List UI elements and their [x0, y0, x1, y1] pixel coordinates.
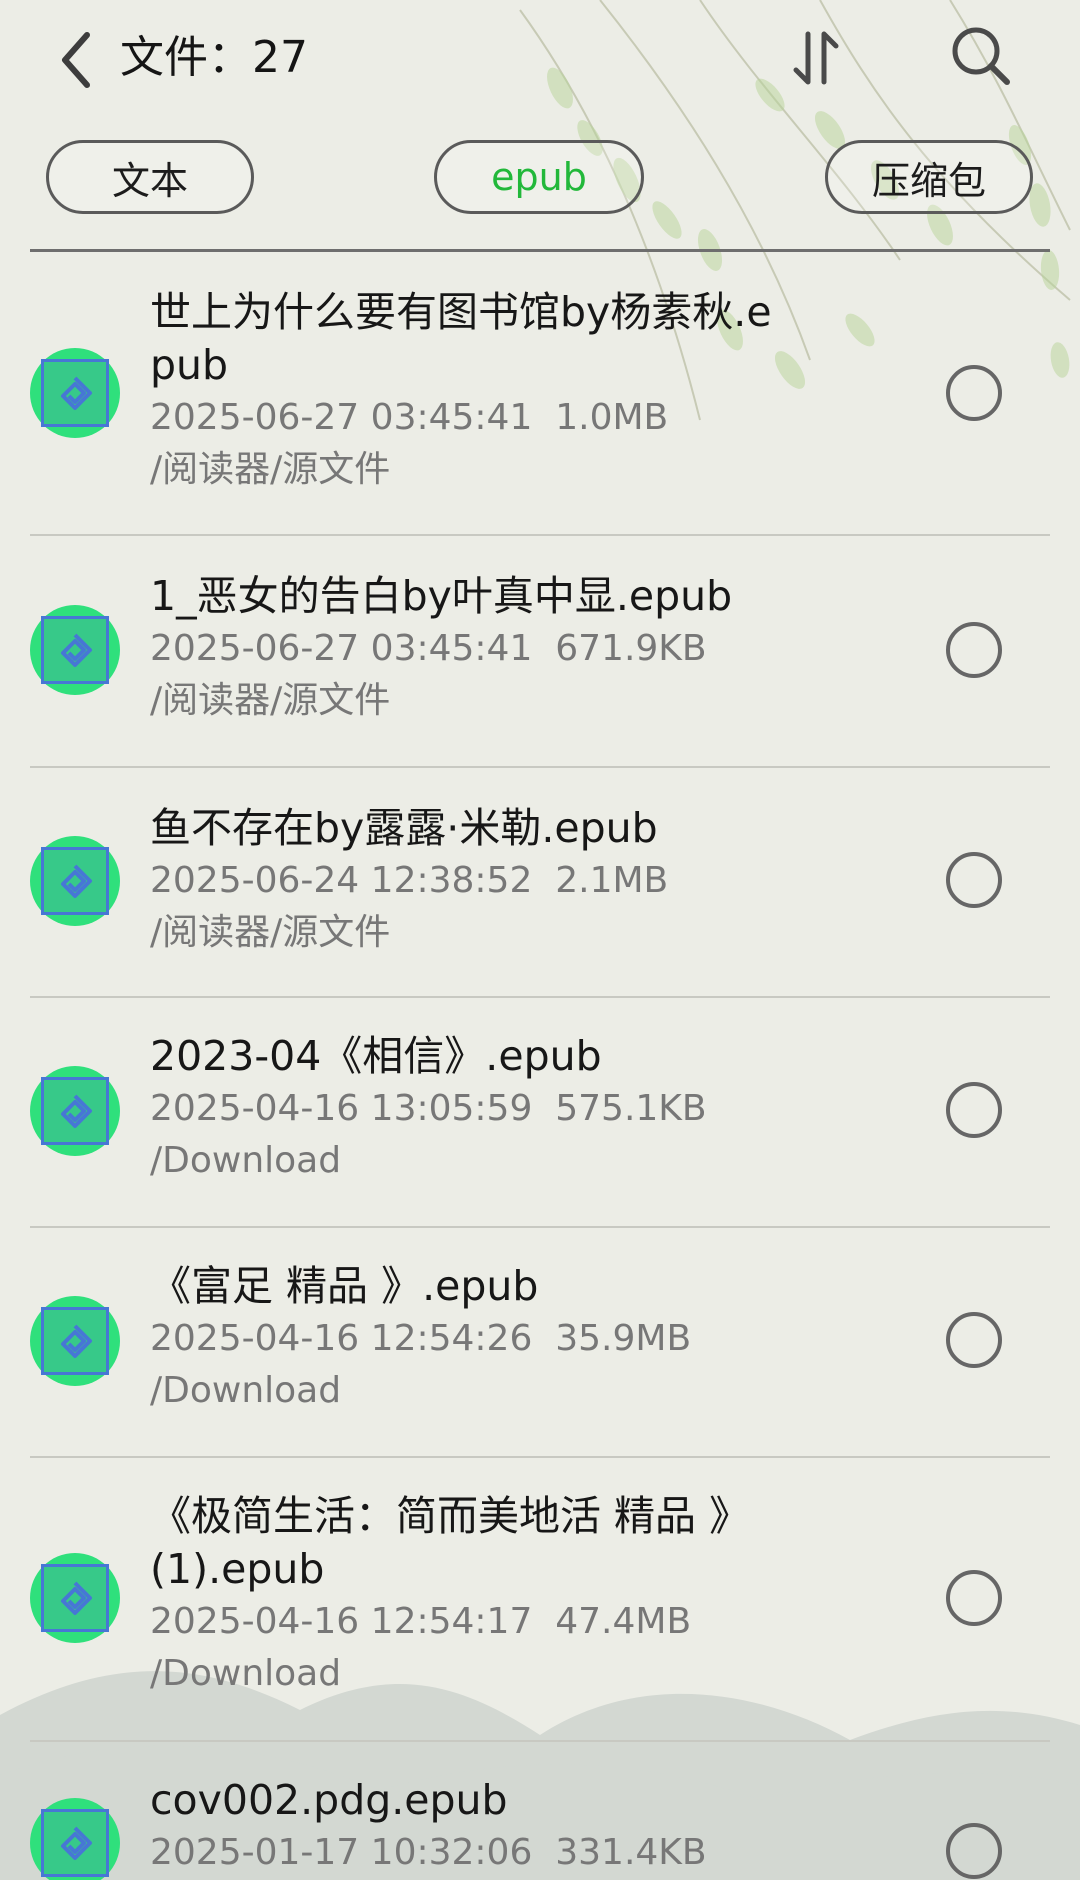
file-row[interactable]: 2023-04《相信》.epub 2025-04-16 13:05:59 575… [0, 996, 1080, 1228]
epub-file-icon [30, 836, 120, 926]
epub-logo-icon [41, 1307, 109, 1375]
file-details: 世上为什么要有图书馆by杨素秋.epub 2025-06-27 03:45:41… [150, 286, 790, 496]
top-app-bar: 文件：27 [0, 0, 1080, 118]
filter-chip-text[interactable]: 文本 [46, 140, 254, 214]
file-name: 世上为什么要有图书馆by杨素秋.epub [150, 288, 772, 389]
epub-file-icon [30, 1553, 120, 1643]
page-title: 文件：27 [120, 32, 308, 83]
epub-logo-icon [41, 616, 109, 684]
file-path: /Download [150, 1370, 342, 1411]
file-date-size: 2025-06-24 12:38:52 2.1MB [150, 860, 669, 901]
file-details: 2023-04《相信》.epub 2025-04-16 13:05:59 575… [150, 1030, 790, 1187]
file-details: 1_恶女的告白by叶真中显.epub 2025-06-27 03:45:41 6… [150, 570, 790, 727]
file-name: 1_恶女的告白by叶真中显.epub [150, 572, 733, 620]
sort-icon [793, 31, 839, 85]
search-button[interactable] [944, 18, 1018, 94]
epub-logo-icon [41, 1077, 109, 1145]
select-radio-button[interactable] [946, 622, 1002, 678]
file-path: /阅读器/源文件 [150, 912, 391, 953]
file-row[interactable]: 《富足 精品 》.epub 2025-04-16 12:54:26 35.9MB… [0, 1226, 1080, 1458]
file-row[interactable]: cov002.pdg.epub 2025-01-17 10:32:06 331.… [0, 1740, 1080, 1880]
file-name: 《极简生活：简而美地活 精品 》(1).epub [150, 1492, 751, 1593]
file-name: cov002.pdg.epub [150, 1776, 508, 1824]
select-radio-button[interactable] [946, 365, 1002, 421]
file-row[interactable]: 鱼不存在by露露·米勒.epub 2025-06-24 12:38:52 2.1… [0, 766, 1080, 998]
epub-logo-icon [41, 847, 109, 915]
filter-chip-epub[interactable]: epub [434, 140, 644, 214]
file-name: 2023-04《相信》.epub [150, 1032, 602, 1080]
file-name: 鱼不存在by露露·米勒.epub [150, 804, 658, 852]
select-radio-button[interactable] [946, 1823, 1002, 1879]
file-list: 世上为什么要有图书馆by杨素秋.epub 2025-06-27 03:45:41… [0, 252, 1080, 1880]
back-button[interactable] [44, 24, 108, 96]
file-details: 鱼不存在by露露·米勒.epub 2025-06-24 12:38:52 2.1… [150, 802, 790, 959]
sort-button[interactable] [784, 20, 848, 96]
epub-file-icon [30, 1296, 120, 1386]
epub-file-icon [30, 605, 120, 695]
file-date-size: 2025-06-27 03:45:41 1.0MB [150, 397, 669, 438]
search-icon [952, 27, 1010, 85]
file-date-size: 2025-01-17 10:32:06 331.4KB [150, 1832, 707, 1873]
epub-file-icon [30, 1798, 120, 1880]
epub-logo-icon [41, 359, 109, 427]
filter-chip-archive[interactable]: 压缩包 [825, 140, 1033, 214]
epub-file-icon [30, 348, 120, 438]
select-radio-button[interactable] [946, 1082, 1002, 1138]
select-radio-button[interactable] [946, 852, 1002, 908]
file-date-size: 2025-04-16 12:54:17 47.4MB [150, 1601, 692, 1642]
epub-logo-icon [41, 1809, 109, 1877]
file-path: /阅读器/源文件 [150, 449, 391, 490]
file-details: cov002.pdg.epub 2025-01-17 10:32:06 331.… [150, 1774, 790, 1879]
file-details: 《富足 精品 》.epub 2025-04-16 12:54:26 35.9MB… [150, 1260, 790, 1417]
file-path: /Download [150, 1653, 342, 1694]
file-date-size: 2025-04-16 13:05:59 575.1KB [150, 1088, 707, 1129]
file-details: 《极简生活：简而美地活 精品 》(1).epub 2025-04-16 12:5… [150, 1490, 790, 1700]
file-row[interactable]: 世上为什么要有图书馆by杨素秋.epub 2025-06-27 03:45:41… [0, 252, 1080, 536]
file-type-filter-bar: 文本 epub 压缩包 [0, 118, 1080, 234]
file-row[interactable]: 《极简生活：简而美地活 精品 》(1).epub 2025-04-16 12:5… [0, 1456, 1080, 1742]
file-row[interactable]: 1_恶女的告白by叶真中显.epub 2025-06-27 03:45:41 6… [0, 534, 1080, 768]
epub-file-icon [30, 1066, 120, 1156]
select-radio-button[interactable] [946, 1570, 1002, 1626]
file-name: 《富足 精品 》.epub [150, 1262, 539, 1310]
file-date-size: 2025-04-16 12:54:26 35.9MB [150, 1318, 692, 1359]
file-date-size: 2025-06-27 03:45:41 671.9KB [150, 628, 707, 669]
select-radio-button[interactable] [946, 1312, 1002, 1368]
chevron-left-icon [62, 32, 90, 88]
epub-logo-icon [41, 1564, 109, 1632]
file-path: /阅读器/源文件 [150, 680, 391, 721]
file-path: /Download [150, 1140, 342, 1181]
